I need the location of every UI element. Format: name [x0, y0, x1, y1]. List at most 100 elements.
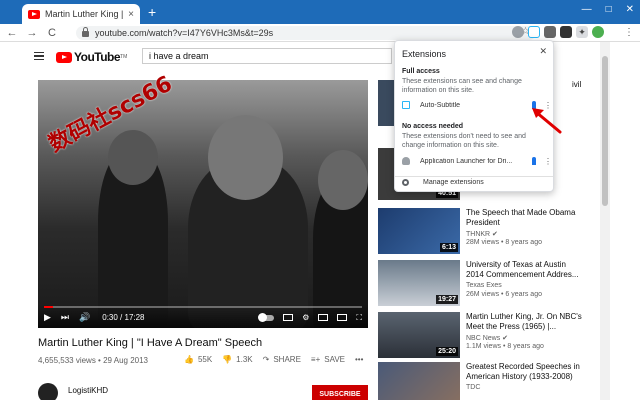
browser-menu-icon[interactable]: ⋮	[624, 27, 634, 38]
address-bar[interactable]: youtube.com/watch?v=I47Y6VHc3Ms&t=29s ☆	[76, 26, 536, 40]
tab-title: Martin Luther King | "I Have A	[45, 9, 124, 19]
maximize-button[interactable]: □	[606, 4, 612, 15]
like-count: 55K	[197, 355, 213, 364]
no-access-heading: No access needed	[402, 123, 464, 130]
share-icon: ↷	[262, 355, 270, 364]
close-icon[interactable]: ✕	[539, 46, 547, 57]
progress-bar[interactable]	[44, 306, 362, 308]
share-button[interactable]: ↷ SHARE	[263, 355, 301, 364]
thumbs-up-icon: 👍	[184, 355, 194, 364]
recommended-meta: 28M views • 8 years ago	[466, 239, 542, 246]
theater-mode-icon[interactable]	[337, 314, 348, 321]
recommended-channel: Texas Exes	[466, 282, 502, 289]
autoplay-toggle[interactable]	[258, 312, 275, 322]
recommended-title: University of Texas at Austin 2014 Comme…	[466, 260, 579, 279]
annotation-arrow-icon	[532, 108, 562, 134]
recommended-meta: 26M views • 6 years ago	[466, 291, 542, 298]
profile-avatar-icon[interactable]	[592, 26, 604, 38]
lock-icon	[82, 27, 89, 37]
fullscreen-icon[interactable]: ⛶	[356, 313, 362, 323]
settings-gear-icon[interactable]: ⚙	[302, 313, 309, 322]
save-button[interactable]: ≡+ SAVE	[311, 355, 345, 364]
app-launcher-icon	[402, 157, 410, 165]
video-figure	[318, 150, 368, 210]
recommended-title: Greatest Recorded Speeches in American H…	[466, 362, 580, 381]
no-access-description: These extensions don't need to see and c…	[402, 133, 526, 149]
recommended-channel: TDC	[466, 384, 481, 391]
pin-icon[interactable]	[532, 157, 536, 165]
reload-button[interactable]: C	[44, 27, 60, 39]
dislike-count: 1.3K	[236, 355, 253, 364]
new-tab-button[interactable]: +	[148, 5, 156, 19]
youtube-logo-text: YouTube	[74, 50, 121, 64]
page-scrollbar[interactable]	[600, 42, 640, 400]
like-button[interactable]: 👍 55K	[184, 355, 212, 364]
progress-fill	[44, 306, 54, 308]
recommended-item[interactable]: 19:27 University of Texas at Austin 2014…	[378, 260, 588, 312]
next-icon[interactable]: ⏭	[61, 312, 69, 323]
scrollbar-thumb[interactable]	[602, 56, 608, 206]
video-meta: 4,655,533 views • 29 Aug 2013	[38, 356, 148, 365]
video-figure	[108, 130, 158, 185]
video-duration: 25:20	[436, 347, 458, 356]
extensions-popup-title: Extensions	[402, 49, 447, 59]
hamburger-menu-icon[interactable]	[34, 52, 44, 60]
video-thumbnail: 6:13	[378, 208, 460, 254]
recommended-title: Martin Luther King, Jr. On NBC's Meet th…	[466, 312, 582, 331]
full-access-heading: Full access	[402, 68, 440, 75]
auto-subtitle-icon	[402, 101, 410, 109]
extensions-menu-icon[interactable]: ✦	[576, 26, 588, 38]
share-label: SHARE	[273, 355, 301, 364]
manage-extensions-label: Manage extensions	[423, 179, 484, 186]
search-input[interactable]: i have a dream	[142, 48, 392, 64]
miniplayer-icon[interactable]	[318, 314, 329, 321]
forward-button[interactable]: →	[24, 27, 40, 39]
more-actions-button[interactable]: •••	[355, 355, 363, 364]
browser-tab[interactable]: Martin Luther King | "I Have A ×	[22, 4, 140, 24]
extension-icons: ✦	[512, 26, 604, 38]
channel-avatar[interactable]	[38, 383, 58, 400]
video-actions: 👍 55K 👎 1.3K ↷ SHARE ≡+ SAVE •••	[184, 355, 363, 364]
video-time: 0:30 / 17:28	[102, 313, 145, 322]
player-controls: ▶ ⏭ 🔊 0:30 / 17:28 ⚙ ⛶	[38, 304, 368, 328]
dislike-button[interactable]: 👎 1.3K	[222, 355, 252, 364]
extension-row-auto-subtitle[interactable]: Auto-Subtitle ⋮	[402, 99, 552, 111]
ad-extension-icon[interactable]	[560, 26, 572, 38]
extension-name: Application Launcher for Dri...	[420, 157, 513, 165]
more-options-icon[interactable]: ⋮	[544, 157, 552, 166]
extension-name: Auto-Subtitle	[420, 101, 461, 109]
close-window-button[interactable]: ✕	[626, 4, 634, 15]
subtitles-icon[interactable]	[283, 314, 294, 321]
minimize-button[interactable]: —	[582, 4, 592, 15]
gear-icon	[402, 179, 409, 186]
playlist-add-icon: ≡+	[310, 355, 321, 364]
recommended-title-partial: ivil	[572, 80, 582, 89]
window-controls: — □ ✕	[582, 4, 634, 15]
recommended-title: The Speech that Made Obama President	[466, 208, 576, 227]
thumbs-down-icon: 👎	[222, 355, 233, 364]
youtube-play-icon	[56, 51, 72, 63]
tab-close-icon[interactable]: ×	[128, 9, 134, 20]
volume-icon[interactable]: 🔊	[79, 312, 90, 323]
video-title: Martin Luther King | "I Have A Dream" Sp…	[38, 337, 263, 349]
puzzle-extension-icon[interactable]	[544, 26, 556, 38]
youtube-logo[interactable]: YouTube TM	[56, 50, 127, 64]
full-access-description: These extensions can see and change info…	[402, 78, 522, 94]
play-icon[interactable]: ▶	[44, 312, 51, 323]
recommended-meta: 1.1M views • 8 years ago	[466, 343, 544, 350]
recommended-item[interactable]: 25:20 Martin Luther King, Jr. On NBC's M…	[378, 312, 588, 364]
channel-name[interactable]: LogistiKHD	[68, 386, 108, 395]
subscribe-button[interactable]: SUBSCRIBE	[312, 385, 368, 400]
recommended-item[interactable]: 6:13 The Speech that Made Obama Presiden…	[378, 208, 588, 260]
video-duration: 6:13	[439, 243, 458, 252]
browser-tabstrip: Martin Luther King | "I Have A × + — □ ✕	[0, 0, 640, 24]
extension-row-app-launcher[interactable]: Application Launcher for Dri... ⋮	[402, 155, 552, 167]
recommended-item[interactable]: Greatest Recorded Speeches in American H…	[378, 362, 588, 400]
back-button[interactable]: ←	[4, 27, 20, 39]
subtitle-extension-icon[interactable]	[528, 26, 540, 38]
cloud-extension-icon[interactable]	[512, 26, 524, 38]
video-thumbnail	[378, 362, 460, 400]
popup-divider	[395, 176, 553, 177]
video-thumbnail: 25:20	[378, 312, 460, 358]
manage-extensions-link[interactable]: Manage extensions	[402, 179, 484, 186]
